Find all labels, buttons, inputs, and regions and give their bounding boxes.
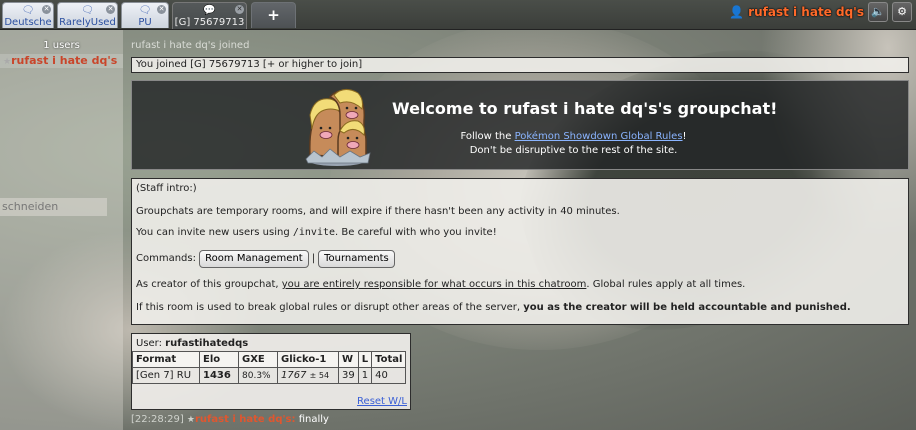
tab-deutsche[interactable]: 🗨 Deutsche ✕	[2, 2, 54, 28]
room-tab-bar: 🗨 Deutsche ✕ 🗨 RarelyUsed ✕ 🗨 PU ✕ 💬 [G]…	[0, 0, 916, 30]
you-joined-notice: You joined [G] 75679713 [+ or higher to …	[131, 57, 909, 73]
tournaments-button[interactable]: Tournaments	[318, 250, 395, 268]
tab-groupchat[interactable]: 💬 [G] 75679713 ✕	[172, 2, 247, 29]
tab-pu[interactable]: 🗨 PU ✕	[121, 2, 169, 28]
welcome-line-2: Don't be disruptive to the rest of the s…	[469, 145, 678, 156]
user-list-item[interactable]: ★rufast i hate dq's	[0, 54, 123, 68]
message-timestamp: [22:28:29]	[131, 414, 184, 425]
new-tab-button[interactable]: +	[251, 2, 296, 28]
staff-intro-invite: You can invite new users using /invite. …	[136, 227, 497, 238]
user-count: 1 users	[43, 40, 80, 51]
message-author[interactable]: rufast i hate dq's:	[195, 414, 296, 425]
welcome-title: Welcome to rufast i hate dq's's groupcha…	[392, 99, 778, 118]
user-bar: 👤 rufast i hate dq's 🔈 ⚙	[729, 2, 912, 22]
stats-user: User: rufastihatedqs	[136, 338, 249, 349]
staff-intro-expiry: Groupchats are temporary rooms, and will…	[136, 206, 620, 217]
chat-message: [22:28:29] ★rufast i hate dq's: finally	[131, 414, 329, 425]
chat-log: rufast i hate dq's joined You joined [G]…	[125, 30, 916, 430]
tab-rarelyused[interactable]: 🗨 RarelyUsed ✕	[57, 2, 118, 28]
gear-icon[interactable]: ⚙	[892, 2, 912, 22]
staff-intro-responsibility: As creator of this groupchat, you are en…	[136, 279, 746, 290]
background-window-text: schneiden	[0, 198, 107, 216]
staff-intro-header: (Staff intro:)	[136, 183, 197, 194]
welcome-banner: Welcome to rufast i hate dq's's groupcha…	[131, 80, 909, 170]
room-management-button[interactable]: Room Management	[199, 250, 309, 268]
sound-icon[interactable]: 🔈	[868, 2, 888, 22]
stats-header-row: Format Elo GXE Glicko-1 W L Total	[132, 351, 407, 368]
staff-intro: (Staff intro:) Groupchats are temporary …	[131, 178, 909, 325]
rank-star-icon: ★	[186, 415, 195, 425]
join-notice: rufast i hate dq's joined	[131, 40, 250, 51]
user-list-name: rufast i hate dq's	[11, 54, 118, 67]
close-icon[interactable]: ✕	[106, 5, 115, 14]
user-icon: 👤	[729, 5, 745, 19]
welcome-rules-line: Follow the Pokémon Showdown Global Rules…	[460, 131, 687, 142]
global-rules-link[interactable]: Pokémon Showdown Global Rules	[515, 131, 683, 142]
ladder-stats: User: rufastihatedqs Format Elo GXE Glic…	[131, 333, 411, 410]
current-username[interactable]: rufast i hate dq's	[748, 5, 864, 19]
stats-table: Format Elo GXE Glicko-1 W L Total [Gen 7…	[132, 351, 407, 384]
message-text: finally	[298, 414, 329, 425]
user-list: 1 users ★rufast i hate dq's schneiden	[0, 30, 123, 430]
staff-intro-commands: Commands: Room Management | Tournaments	[136, 250, 395, 268]
reset-wl-link[interactable]: Reset W/L	[357, 396, 407, 407]
staff-intro-warning: If this room is used to break global rul…	[136, 302, 851, 313]
close-icon[interactable]: ✕	[235, 5, 244, 14]
rank-star-icon: ★	[3, 57, 12, 67]
close-icon[interactable]: ✕	[157, 5, 166, 14]
table-row: [Gen 7] RU 1436 80.3% 1767 ± 54 39 1 40	[132, 367, 407, 384]
close-icon[interactable]: ✕	[42, 5, 51, 14]
dugtrio-sprite-icon	[305, 89, 371, 166]
